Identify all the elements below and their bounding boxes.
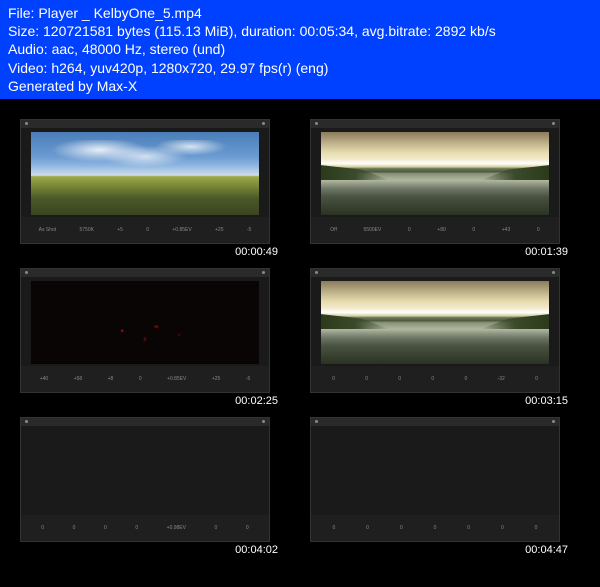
control-value: +0.98EV xyxy=(164,524,189,532)
control-value: 0 xyxy=(464,524,473,532)
control-value: 0 xyxy=(431,524,440,532)
control-value: +8 xyxy=(105,375,117,383)
editor-topbar xyxy=(21,269,269,277)
topbar-dot-icon xyxy=(552,122,555,125)
control-value: +25 xyxy=(209,375,223,383)
frame-timestamp: 00:02:25 xyxy=(10,395,290,407)
control-value: +40 xyxy=(37,375,51,383)
editor-topbar xyxy=(311,418,559,426)
editor-topbar xyxy=(311,120,559,128)
control-value: 0 xyxy=(532,524,541,532)
thumbnail-grid: As Shot 5750K +5 0 +0.85EV +25 -5 00:00:… xyxy=(0,99,600,576)
topbar-dot-icon xyxy=(552,420,555,423)
control-value: 0 xyxy=(498,524,507,532)
audio-line: Audio: aac, 48000 Hz, stereo (und) xyxy=(8,40,592,58)
control-value: -32 xyxy=(495,375,508,383)
topbar-dot-icon xyxy=(315,271,318,274)
control-value: -5 xyxy=(243,375,253,383)
editor-topbar xyxy=(21,418,269,426)
generated-line: Generated by Max-X xyxy=(8,77,592,95)
control-value: 0 xyxy=(132,524,141,532)
topbar-dot-icon xyxy=(315,122,318,125)
preview-image xyxy=(321,281,549,364)
thumbnail-frame: +40 +58 +8 0 +0.85EV +25 -5 xyxy=(20,268,270,393)
control-value: +80 xyxy=(434,226,448,234)
preview-image xyxy=(31,132,259,215)
frame-timestamp: 00:04:47 xyxy=(300,544,580,556)
file-line: File: Player _ KelbyOne_5.mp4 xyxy=(8,4,592,22)
thumbnail-frame: 0 0 0 0 +0.98EV 0 0 xyxy=(20,417,270,542)
thumbnail-item: +40 +58 +8 0 +0.85EV +25 -5 00:02:25 xyxy=(10,268,290,407)
topbar-dot-icon xyxy=(25,271,28,274)
control-value: 0 xyxy=(70,524,79,532)
topbar-dot-icon xyxy=(25,122,28,125)
editor-controls: As Shot 5750K +5 0 +0.85EV +25 -5 xyxy=(21,217,269,243)
frame-timestamp: 00:03:15 xyxy=(300,395,580,407)
editor-controls: +40 +58 +8 0 +0.85EV +25 -5 xyxy=(21,366,269,392)
control-value: +43 xyxy=(499,226,513,234)
control-value: 0 xyxy=(212,524,221,532)
topbar-dot-icon xyxy=(262,271,265,274)
control-value: +0.85EV xyxy=(169,226,194,234)
control-value: +0.85EV xyxy=(164,375,189,383)
control-value: 0 xyxy=(362,375,371,383)
control-value: 0 xyxy=(143,226,152,234)
thumbnail-item: As Shot 5750K +5 0 +0.85EV +25 -5 00:00:… xyxy=(10,119,290,258)
editor-controls: 0 0 0 0 0 0 0 xyxy=(311,515,559,541)
control-value: 0 xyxy=(532,375,541,383)
control-value: 5750K xyxy=(76,226,96,234)
control-value: 0 xyxy=(461,375,470,383)
control-value: 0 xyxy=(534,226,543,234)
control-value: 0 xyxy=(395,375,404,383)
topbar-dot-icon xyxy=(262,122,265,125)
control-value: -5 xyxy=(244,226,254,234)
metadata-header: File: Player _ KelbyOne_5.mp4 Size: 1207… xyxy=(0,0,600,99)
control-value: As Shot xyxy=(36,226,60,234)
thumbnail-item: 0 0 0 0 0 -32 0 00:03:15 xyxy=(300,268,580,407)
thumbnail-frame: As Shot 5750K +5 0 +0.85EV +25 -5 xyxy=(20,119,270,244)
topbar-dot-icon xyxy=(25,420,28,423)
topbar-dot-icon xyxy=(315,420,318,423)
frame-timestamp: 00:04:02 xyxy=(10,544,290,556)
topbar-dot-icon xyxy=(262,420,265,423)
thumbnail-item: 0 0 0 0 0 0 0 00:04:47 xyxy=(300,417,580,556)
thumbnail-item: 0 0 0 0 +0.98EV 0 0 00:04:02 xyxy=(10,417,290,556)
control-value: 0 xyxy=(469,226,478,234)
video-line: Video: h264, yuv420p, 1280x720, 29.97 fp… xyxy=(8,59,592,77)
control-value: 0 xyxy=(397,524,406,532)
control-value: 0 xyxy=(329,524,338,532)
editor-controls: Off 5500EV 0 +80 0 +43 0 xyxy=(311,217,559,243)
control-value: 0 xyxy=(329,375,338,383)
control-value: 0 xyxy=(101,524,110,532)
thumbnail-frame: Off 5500EV 0 +80 0 +43 0 xyxy=(310,119,560,244)
frame-timestamp: 00:00:49 xyxy=(10,246,290,258)
control-value: 0 xyxy=(428,375,437,383)
topbar-dot-icon xyxy=(552,271,555,274)
control-value: 5500EV xyxy=(360,226,384,234)
thumbnail-frame: 0 0 0 0 0 0 0 xyxy=(310,417,560,542)
control-value: +25 xyxy=(212,226,226,234)
thumbnail-frame: 0 0 0 0 0 -32 0 xyxy=(310,268,560,393)
control-value: 0 xyxy=(405,226,414,234)
thumbnail-item: Off 5500EV 0 +80 0 +43 0 00:01:39 xyxy=(300,119,580,258)
control-value: Off xyxy=(327,226,340,234)
control-value: 0 xyxy=(243,524,252,532)
editor-controls: 0 0 0 0 +0.98EV 0 0 xyxy=(21,515,269,541)
preview-image xyxy=(31,281,259,364)
control-value: 0 xyxy=(38,524,47,532)
editor-topbar xyxy=(21,120,269,128)
control-value: +5 xyxy=(114,226,126,234)
frame-timestamp: 00:01:39 xyxy=(300,246,580,258)
size-line: Size: 120721581 bytes (115.13 MiB), dura… xyxy=(8,22,592,40)
editor-controls: 0 0 0 0 0 -32 0 xyxy=(311,366,559,392)
preview-image xyxy=(321,132,549,215)
control-value: 0 xyxy=(363,524,372,532)
control-value: 0 xyxy=(136,375,145,383)
editor-topbar xyxy=(311,269,559,277)
control-value: +58 xyxy=(71,375,85,383)
